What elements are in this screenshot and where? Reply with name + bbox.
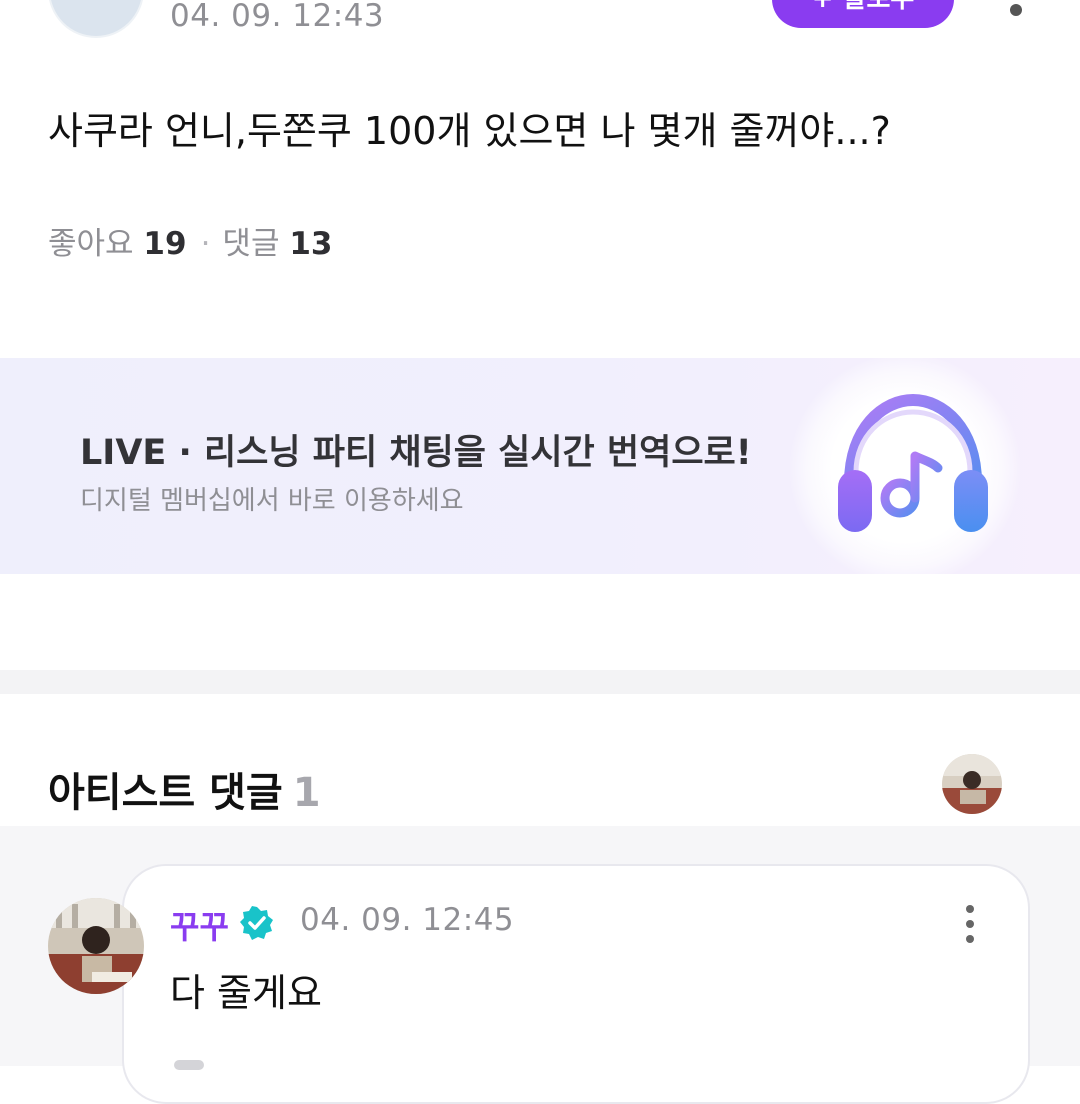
headphones-music-icon: [838, 393, 988, 532]
likes-count[interactable]: 19: [143, 226, 186, 262]
likes-label[interactable]: 좋아요: [48, 226, 134, 262]
comment-author-avatar[interactable]: [48, 898, 144, 994]
comment-action-partial[interactable]: [174, 1060, 204, 1070]
post-stats: 좋아요 19 · 댓글 13: [48, 218, 332, 263]
comment-text: 다 줄게요: [170, 971, 322, 1015]
post-content: 사쿠라 언니,두쫀쿠 100개 있으면 나 몇개 줄꺼야...?: [48, 109, 891, 153]
comments-label[interactable]: 댓글: [222, 226, 279, 262]
banner-subtitle: 디지털 멤버십에서 바로 이용하세요: [80, 486, 464, 516]
comment-more-options-icon[interactable]: [962, 904, 978, 944]
follow-button[interactable]: + 팔로우: [772, 0, 954, 28]
comments-count[interactable]: 13: [289, 226, 332, 262]
section-divider: [0, 670, 1080, 694]
artist-comments-title: 아티스트 댓글: [48, 770, 283, 816]
artist-avatar-small[interactable]: [942, 754, 1002, 814]
stats-separator: ·: [200, 226, 211, 262]
banner-title: LIVE · 리스닝 파티 채팅을 실시간 번역으로!: [80, 433, 752, 473]
artist-comments-header: 아티스트 댓글 1: [48, 760, 321, 818]
more-options-icon[interactable]: [1010, 4, 1022, 16]
post-author-avatar[interactable]: [48, 0, 144, 38]
comment-timestamp: 04. 09. 12:45: [300, 902, 515, 938]
comment-author-name[interactable]: 꾸꾸: [170, 902, 229, 948]
post-timestamp: 04. 09. 12:43: [170, 0, 385, 34]
verified-badge-icon: [240, 906, 273, 940]
artist-comments-count: 1: [292, 770, 321, 816]
live-translation-banner[interactable]: LIVE · 리스닝 파티 채팅을 실시간 번역으로! 디지털 멤버십에서 바로…: [0, 358, 1080, 574]
